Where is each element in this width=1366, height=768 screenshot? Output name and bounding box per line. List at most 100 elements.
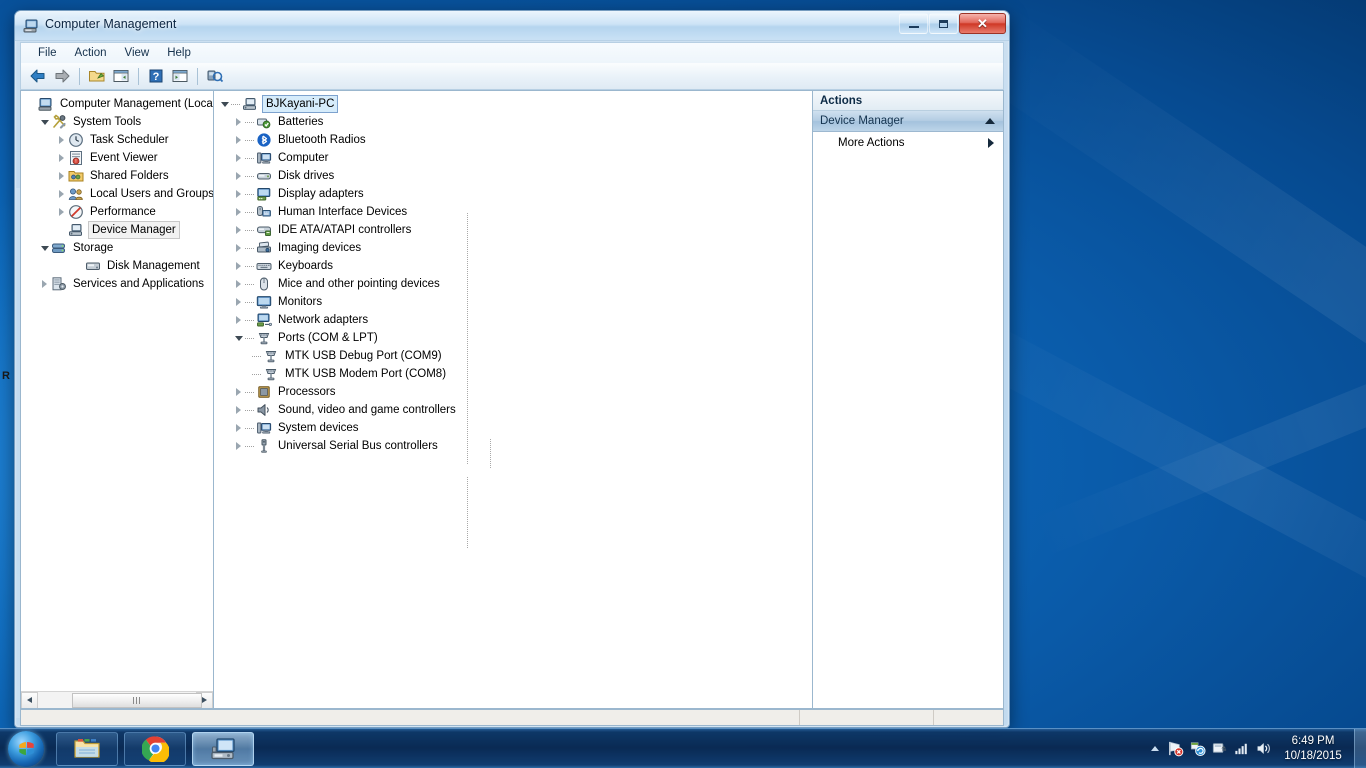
windows-logo-icon: [8, 730, 44, 767]
device-node-mice-and-other-pointing-devices[interactable]: Mice and other pointing devices: [218, 275, 812, 293]
device-node-disk-drives[interactable]: Disk drives: [218, 167, 812, 185]
show-hidden-icons-button[interactable]: [1146, 734, 1164, 764]
device-node-human-interface-devices[interactable]: Human Interface Devices: [218, 203, 812, 221]
close-button[interactable]: ✕: [959, 13, 1006, 34]
tree-expander[interactable]: [232, 167, 245, 185]
tree-node-system-tools[interactable]: System Tools: [25, 113, 213, 131]
device-node-bluetooth-radios[interactable]: Bluetooth Radios: [218, 131, 812, 149]
device-node-system-devices[interactable]: System devices: [218, 419, 812, 437]
tree-expander[interactable]: [232, 293, 245, 311]
tray-safely-remove-icon[interactable]: [1208, 734, 1230, 764]
help-button[interactable]: ?: [145, 65, 167, 87]
tree-node-performance[interactable]: Performance: [25, 203, 213, 221]
tree-node-shared-folders[interactable]: Shared Folders: [25, 167, 213, 185]
tree-expander[interactable]: [232, 437, 245, 455]
scan-for-hardware-changes-button[interactable]: [204, 65, 226, 87]
device-node-display-adapters[interactable]: Display adapters: [218, 185, 812, 203]
tree-expander[interactable]: [232, 131, 245, 149]
device-node-universal-serial-bus-controllers[interactable]: Universal Serial Bus controllers: [218, 437, 812, 455]
menu-view[interactable]: View: [116, 45, 159, 61]
tree-expander[interactable]: [232, 239, 245, 257]
scrollbar-thumb[interactable]: [72, 692, 202, 708]
device-node-monitors[interactable]: Monitors: [218, 293, 812, 311]
tree-expander[interactable]: [38, 275, 51, 293]
tree-expander[interactable]: [25, 95, 38, 113]
maximize-button[interactable]: [929, 13, 958, 34]
device-node-batteries[interactable]: Batteries: [218, 113, 812, 131]
tree-expander[interactable]: [55, 167, 68, 185]
show-desktop-button[interactable]: [1354, 728, 1366, 768]
google-chrome-taskbar-button[interactable]: [124, 731, 186, 766]
tray-network-icon[interactable]: [1164, 734, 1186, 764]
tree-expander[interactable]: [232, 257, 245, 275]
menu-file[interactable]: File: [29, 45, 66, 61]
tree-expander[interactable]: [232, 311, 245, 329]
actions-section-device-manager[interactable]: Device Manager: [813, 111, 1003, 132]
tree-expander[interactable]: [55, 185, 68, 203]
tree-expander[interactable]: [232, 203, 245, 221]
show-hide-action-pane-button[interactable]: [169, 65, 191, 87]
tree-node-task-scheduler[interactable]: Task Scheduler: [25, 131, 213, 149]
tree-label: Task Scheduler: [90, 134, 169, 146]
device-node-mtk-usb-debug-port[interactable]: MTK USB Debug Port (COM9): [218, 347, 812, 365]
tree-node-disk-management[interactable]: Disk Management: [25, 257, 213, 275]
tree-node-event-viewer[interactable]: ! Event Viewer: [25, 149, 213, 167]
device-node-imaging-devices[interactable]: Imaging devices: [218, 239, 812, 257]
tree-expander[interactable]: [38, 239, 51, 257]
scroll-left-button[interactable]: [21, 691, 38, 708]
tree-expander[interactable]: [232, 329, 245, 347]
desktop[interactable]: R Computer Management ✕ File Action View…: [0, 0, 1366, 768]
tree-node-storage[interactable]: Storage: [25, 239, 213, 257]
menu-action[interactable]: Action: [66, 45, 116, 61]
tree-node-local-users-and-groups[interactable]: Local Users and Groups: [25, 185, 213, 203]
show-hide-console-tree-button[interactable]: [110, 65, 132, 87]
collapse-up-icon[interactable]: [985, 118, 995, 124]
window-titlebar[interactable]: Computer Management ✕: [15, 11, 1009, 41]
device-node-ide-ata-atapi-controllers[interactable]: IDE ATA/ATAPI controllers: [218, 221, 812, 239]
clock[interactable]: 6:49 PM 10/18/2015: [1274, 729, 1352, 768]
computer-management-window[interactable]: Computer Management ✕ File Action View H…: [14, 10, 1010, 728]
device-node-processors[interactable]: Processors: [218, 383, 812, 401]
tree-expander[interactable]: [55, 203, 68, 221]
tray-action-center-icon[interactable]: [1186, 734, 1208, 764]
start-button[interactable]: [2, 730, 50, 768]
tree-label: Computer Management (Local: [60, 98, 214, 110]
tree-node-device-manager[interactable]: Device Manager: [25, 221, 213, 239]
tree-expander[interactable]: [232, 113, 245, 131]
tree-expander[interactable]: [232, 185, 245, 203]
console-tree-pane[interactable]: Computer Management (Local System Tools: [21, 91, 214, 708]
device-node-keyboards[interactable]: Keyboards: [218, 257, 812, 275]
up-one-level-button[interactable]: [86, 65, 108, 87]
wallpaper-streak-3: [1030, 295, 1366, 558]
tree-expander[interactable]: [232, 419, 245, 437]
device-node-network-adapters[interactable]: Network adapters: [218, 311, 812, 329]
device-node-computer[interactable]: Computer: [218, 149, 812, 167]
computer-management-taskbar-button[interactable]: [192, 731, 254, 766]
device-node-mtk-usb-modem-port[interactable]: MTK USB Modem Port (COM8): [218, 365, 812, 383]
tree-expander[interactable]: [232, 383, 245, 401]
minimize-button[interactable]: [899, 13, 928, 34]
action-more-actions[interactable]: More Actions: [813, 132, 1003, 153]
forward-button[interactable]: [51, 65, 73, 87]
tree-expander[interactable]: [55, 131, 68, 149]
tree-node-services-and-applications[interactable]: Services and Applications: [25, 275, 213, 293]
device-tree-pane[interactable]: BJKayani-PC Batteries Bluetooth Radios C…: [214, 91, 813, 708]
console-tree-horizontal-scrollbar[interactable]: [21, 691, 213, 708]
tree-expander[interactable]: [232, 221, 245, 239]
tree-node-computer-management[interactable]: Computer Management (Local: [25, 95, 213, 113]
device-node-sound-video-and-game-controllers[interactable]: Sound, video and game controllers: [218, 401, 812, 419]
tree-expander[interactable]: [218, 95, 231, 113]
tray-volume-icon[interactable]: [1252, 734, 1274, 764]
menu-help[interactable]: Help: [158, 45, 200, 61]
scrollbar-track[interactable]: [38, 691, 202, 708]
tray-signal-icon[interactable]: [1230, 734, 1252, 764]
device-node-root[interactable]: BJKayani-PC: [218, 95, 812, 113]
back-button[interactable]: [27, 65, 49, 87]
tree-expander[interactable]: [232, 275, 245, 293]
tree-expander[interactable]: [232, 149, 245, 167]
tree-expander[interactable]: [55, 149, 68, 167]
tree-expander[interactable]: [232, 401, 245, 419]
windows-explorer-taskbar-button[interactable]: [56, 731, 118, 766]
tree-expander[interactable]: [38, 113, 51, 131]
device-node-ports-com-lpt[interactable]: Ports (COM & LPT): [218, 329, 812, 347]
